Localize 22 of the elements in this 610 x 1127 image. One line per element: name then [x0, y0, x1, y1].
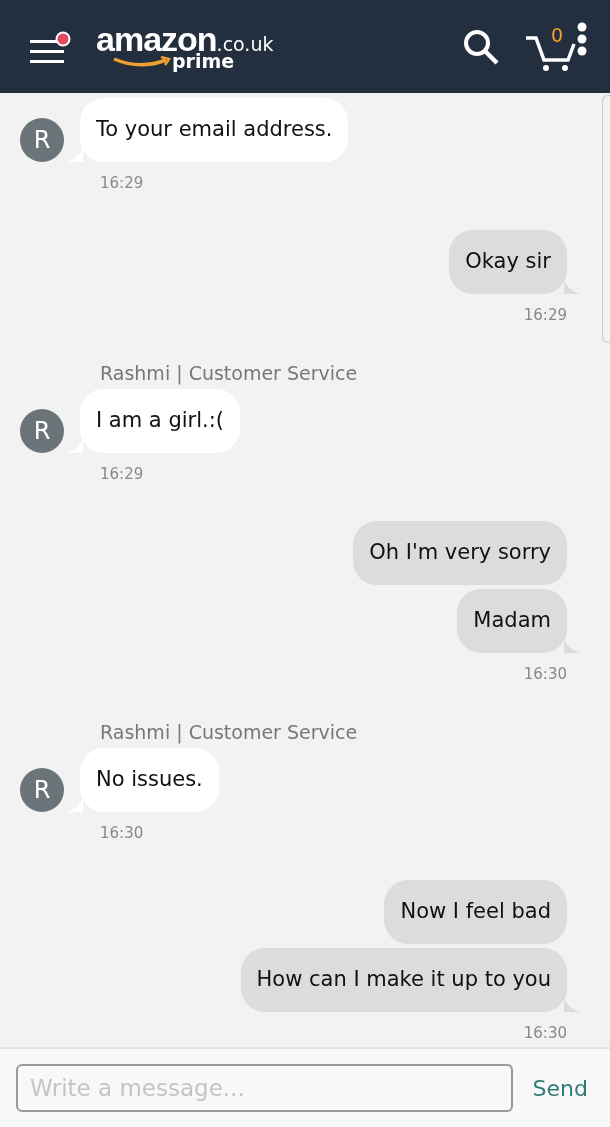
menu-icon[interactable] [30, 29, 72, 64]
more-icon[interactable] [576, 21, 588, 56]
timestamp: 16:29 [522, 306, 567, 324]
send-button[interactable]: Send [512, 1071, 588, 1105]
message-bubble: Now I feel bad [384, 879, 567, 944]
avatar: R [20, 767, 64, 812]
timestamp: 16:30 [100, 823, 145, 842]
cart-count: 0 [551, 25, 564, 45]
avatar: R [20, 118, 64, 162]
logo-subtext: prime [172, 52, 235, 71]
timestamp: 16:29 [100, 464, 145, 483]
cart-button[interactable]: 0 [524, 19, 580, 74]
timestamp: 16:30 [522, 1023, 567, 1042]
smile-arrow-icon [112, 56, 172, 70]
sender-name: Rashmi | Customer Service [100, 720, 359, 744]
timestamp: 16:30 [522, 664, 567, 683]
sender-name: Rashmi | Customer Service [100, 362, 359, 385]
logo-domain: .co.uk [216, 35, 274, 54]
message-bubble: Oh I'm very sorry [353, 520, 567, 585]
search-icon[interactable] [462, 27, 500, 66]
timestamp: 16:29 [100, 174, 145, 192]
avatar: R [20, 408, 64, 453]
